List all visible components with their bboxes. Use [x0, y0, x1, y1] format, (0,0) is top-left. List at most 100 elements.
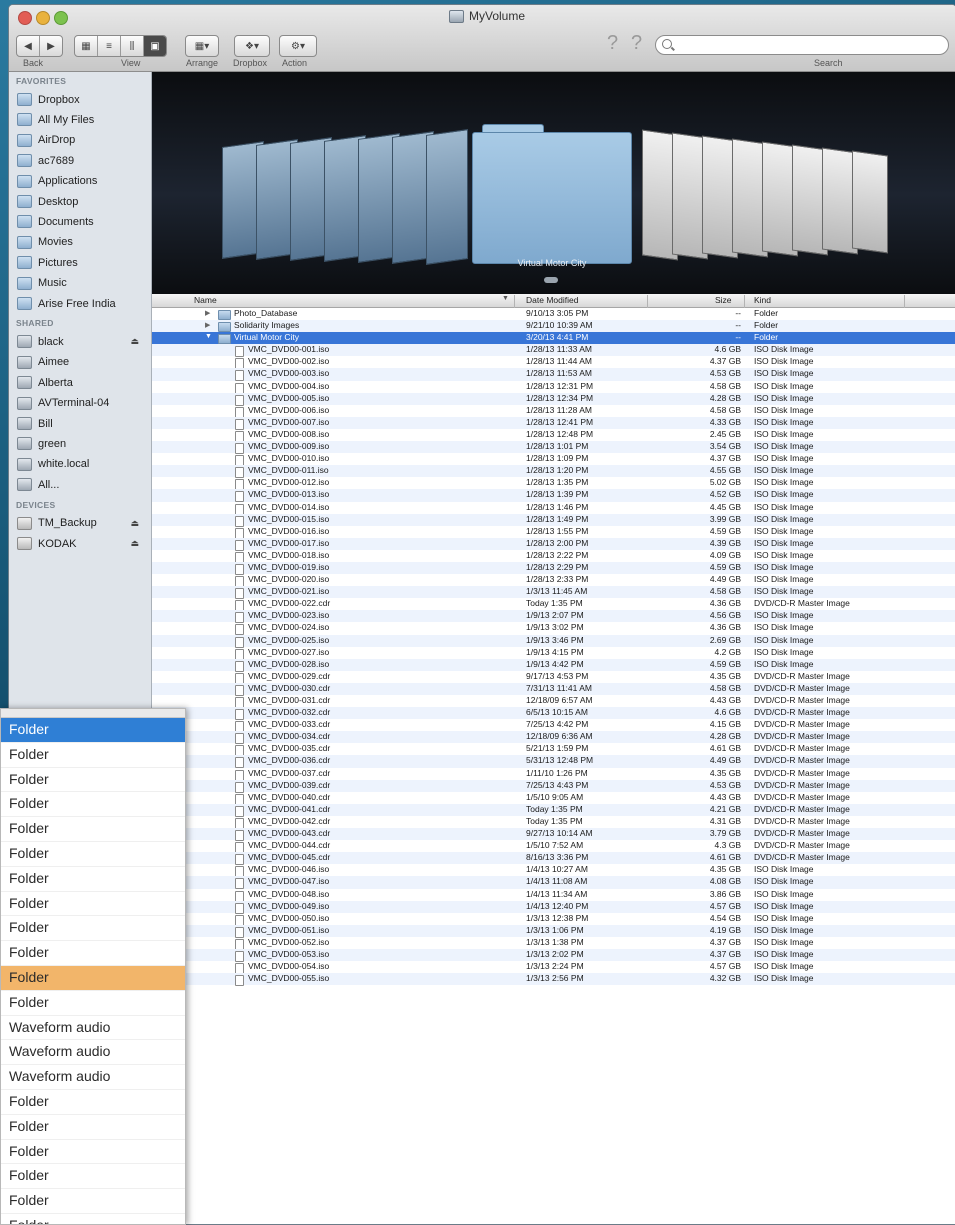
table-row[interactable]: VMC_DVD00-015.iso 1/28/13 1:49 PM 3.99 GB I… [152, 513, 955, 527]
table-row[interactable]: VMC_DVD00-027.iso 1/9/13 4:15 PM 4.2 GB ISO… [152, 647, 955, 660]
sidebar-item[interactable]: Movies [17, 233, 149, 252]
table-row[interactable]: VMC_DVD00-023.iso 1/9/13 2:07 PM 4.56 GB IS… [152, 610, 955, 624]
table-row[interactable]: VMC_DVD00-035.cdr 5/21/13 1:59 PM 4.61 GB D… [152, 743, 955, 757]
overlay-list-item[interactable]: Folder [1, 817, 185, 842]
table-row[interactable]: VMC_DVD00-002.iso 1/28/13 11:44 AM 4.37 GB… [152, 356, 955, 370]
table-row[interactable]: ▶ Solidarity Images 9/21/10 10:39 AM -- Fold… [152, 320, 955, 333]
table-row[interactable]: VMC_DVD00-044.cdr 1/5/10 7:52 AM 4.3 GB DVD… [152, 840, 955, 854]
close-button[interactable] [18, 11, 32, 25]
column-divider[interactable] [514, 295, 515, 308]
table-row[interactable]: VMC_DVD00-024.iso 1/9/13 3:02 PM 4.36 GB IS… [152, 622, 955, 636]
table-row[interactable]: VMC_DVD00-037.cdr 1/11/10 1:26 PM 4.35 GB D… [152, 768, 955, 781]
eject-icon[interactable]: ⏏ [130, 336, 139, 347]
table-row[interactable]: VMC_DVD00-005.iso 1/28/13 12:34 PM 4.28 GB… [152, 392, 955, 406]
sidebar-item[interactable]: Aimee [17, 353, 149, 372]
sidebar-item[interactable]: AVTerminal-04 [17, 394, 149, 413]
table-row[interactable]: VMC_DVD00-052.iso 1/3/13 1:38 PM 4.37 GB IS… [152, 937, 955, 950]
sidebar-item[interactable]: AirDrop [17, 131, 149, 150]
overlay-list-item[interactable]: Folder [1, 768, 185, 793]
column-divider[interactable] [744, 295, 745, 308]
table-row[interactable]: VMC_DVD00-033.cdr 7/25/13 4:42 PM 4.15 GB D… [152, 719, 955, 733]
table-row[interactable]: VMC_DVD00-009.iso 1/28/13 1:01 PM 3.54 GB I… [152, 441, 955, 455]
table-row[interactable]: VMC_DVD00-030.cdr 7/31/13 11:41 AM 4.58 GB… [152, 682, 955, 696]
table-row[interactable]: VMC_DVD00-031.cdr 12/18/09 6:57 AM 4.43 GB… [152, 695, 955, 708]
disclosure-triangle-icon[interactable]: ▼ [205, 333, 212, 340]
table-row[interactable]: VMC_DVD00-018.iso 1/28/13 2:22 PM 4.09 GB I… [152, 550, 955, 563]
sidebar-item[interactable]: TM_Backup ⏏ [17, 514, 149, 533]
sidebar-item[interactable]: Music [17, 274, 149, 293]
help-icon-secondary[interactable]: ? [631, 32, 642, 55]
table-row[interactable]: VMC_DVD00-022.cdr Today 1:35 PM 4.36 GB DVD… [152, 598, 955, 612]
overlay-list-item[interactable]: Folder [1, 965, 185, 991]
table-row[interactable]: VMC_DVD00-010.iso 1/28/13 1:09 PM 4.37 GB I… [152, 453, 955, 467]
table-row[interactable]: VMC_DVD00-043.cdr 9/27/13 10:14 AM 3.79 GB… [152, 828, 955, 842]
table-row[interactable]: VMC_DVD00-016.iso 1/28/13 1:55 PM 4.59 GB I… [152, 526, 955, 539]
zoom-button[interactable] [54, 11, 68, 25]
overlay-list-item[interactable]: Folder [1, 1214, 185, 1224]
disclosure-triangle-icon[interactable]: ▶ [205, 321, 210, 329]
table-row[interactable]: ▼ Virtual Motor City 3/20/13 4:41 PM -- Fold… [152, 332, 955, 345]
table-row[interactable]: VMC_DVD00-034.cdr 12/18/09 6:36 AM 4.28 GB… [152, 731, 955, 745]
overlay-list-item[interactable]: Waveform audio [1, 1040, 185, 1066]
table-row[interactable]: VMC_DVD00-012.iso 1/28/13 1:35 PM 5.02 GB I… [152, 477, 955, 491]
table-row[interactable]: VMC_DVD00-029.cdr 9/17/13 4:53 PM 4.35 GB D… [152, 671, 955, 684]
table-row[interactable]: VMC_DVD00-053.iso 1/3/13 2:02 PM 4.37 GB IS… [152, 948, 955, 962]
column-view-button[interactable]: ⫼ [121, 36, 144, 56]
icon-view-button[interactable]: ▦ [75, 36, 98, 56]
table-row[interactable]: VMC_DVD00-028.iso 1/9/13 4:42 PM 4.59 GB IS… [152, 658, 955, 672]
table-row[interactable]: VMC_DVD00-001.iso 1/28/13 11:33 AM 4.6 GB I… [152, 344, 955, 358]
column-date[interactable]: Date Modified [526, 295, 578, 305]
overlay-list-item[interactable]: Folder [1, 991, 185, 1016]
table-row[interactable]: VMC_DVD00-007.iso 1/28/13 12:41 PM 4.33 GB… [152, 416, 955, 430]
disclosure-triangle-icon[interactable]: ▶ [205, 309, 210, 317]
table-row[interactable]: VMC_DVD00-047.iso 1/4/13 11:08 AM 4.08 GB I… [152, 876, 955, 890]
overlay-list-item[interactable]: Folder [1, 1189, 185, 1214]
sidebar-item[interactable]: Pictures [17, 253, 149, 272]
table-row[interactable]: VMC_DVD00-040.cdr 1/5/10 9:05 AM 4.43 GB DV… [152, 792, 955, 805]
table-row[interactable]: VMC_DVD00-011.iso 1/28/13 1:20 PM 4.55 GB I… [152, 465, 955, 479]
coverflow-folder-left[interactable] [426, 129, 468, 265]
table-row[interactable]: VMC_DVD00-020.iso 1/28/13 2:33 PM 4.49 GB I… [152, 574, 955, 588]
minimize-button[interactable] [36, 11, 50, 25]
sidebar-item[interactable]: Arise Free India [17, 294, 149, 313]
overlay-list-item[interactable]: Folder [1, 842, 185, 867]
column-divider[interactable] [647, 295, 648, 308]
column-divider[interactable] [904, 295, 905, 308]
dropbox-button[interactable]: ❖▾ [235, 36, 269, 56]
table-row[interactable]: VMC_DVD00-041.cdr Today 1:35 PM 4.21 GB DVD… [152, 803, 955, 817]
table-row[interactable]: VMC_DVD00-021.iso 1/3/13 11:45 AM 4.58 GB I… [152, 586, 955, 600]
forward-arrow-icon[interactable]: ▶ [40, 36, 62, 56]
table-row[interactable]: VMC_DVD00-042.cdr Today 1:35 PM 4.31 GB DVD… [152, 816, 955, 829]
overlay-list-item[interactable]: Folder [1, 718, 185, 743]
gear-button[interactable]: ⚙▾ [280, 36, 316, 56]
overlay-list-item[interactable]: Folder [1, 1140, 185, 1165]
table-row[interactable]: VMC_DVD00-017.iso 1/28/13 2:00 PM 4.39 GB I… [152, 537, 955, 551]
sidebar-item[interactable]: All... [17, 475, 149, 494]
sidebar-item[interactable]: KODAK ⏏ [17, 534, 149, 553]
sidebar-item[interactable]: white.local [17, 455, 149, 474]
sidebar-item[interactable]: green [17, 434, 149, 453]
sidebar-item[interactable]: ac7689 [17, 151, 149, 170]
back-arrow-icon[interactable]: ◀ [17, 36, 40, 56]
coverflow-scroller[interactable] [544, 277, 558, 283]
table-row[interactable]: VMC_DVD00-004.iso 1/28/13 12:31 PM 4.58 GB… [152, 381, 955, 394]
overlay-list-item[interactable]: Waveform audio [1, 1016, 185, 1041]
table-row[interactable]: VMC_DVD00-025.iso 1/9/13 3:46 PM 2.69 GB IS… [152, 634, 955, 648]
coverflow-item-right[interactable] [852, 150, 888, 254]
table-row[interactable]: VMC_DVD00-051.iso 1/3/13 1:06 PM 4.19 GB IS… [152, 924, 955, 938]
sidebar-item[interactable]: Alberta [17, 373, 149, 392]
overlay-list-item[interactable]: Folder [1, 792, 185, 818]
table-row[interactable]: VMC_DVD00-049.iso 1/4/13 12:40 PM 4.57 GB I… [152, 900, 955, 914]
table-row[interactable]: VMC_DVD00-045.cdr 8/16/13 3:36 PM 4.61 GB D… [152, 852, 955, 866]
arrange-button[interactable]: ▦▾ [186, 36, 218, 56]
overlay-list-item[interactable]: Folder [1, 1115, 185, 1140]
table-row[interactable]: VMC_DVD00-032.cdr 6/5/13 10:15 AM 4.6 GB DV… [152, 707, 955, 721]
table-row[interactable]: VMC_DVD00-008.iso 1/28/13 12:48 PM 2.45 GB… [152, 429, 955, 442]
overlay-list-item[interactable]: Folder [1, 867, 185, 892]
coverflow-view[interactable]: Virtual Motor City [152, 72, 955, 295]
sidebar-item[interactable]: Documents [17, 212, 149, 231]
table-row[interactable]: VMC_DVD00-036.cdr 5/31/13 12:48 PM 4.49 GB… [152, 755, 955, 769]
sidebar-item[interactable]: black ⏏ [17, 332, 149, 351]
table-row[interactable]: VMC_DVD00-014.iso 1/28/13 1:46 PM 4.45 GB I… [152, 502, 955, 515]
overlay-list-item[interactable]: Folder [1, 1090, 185, 1115]
